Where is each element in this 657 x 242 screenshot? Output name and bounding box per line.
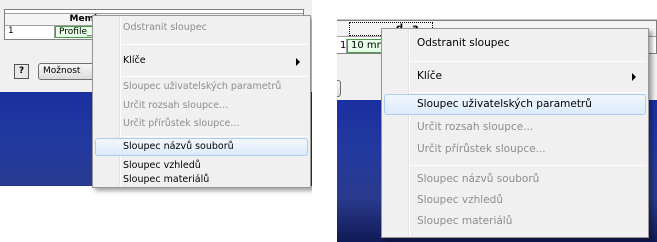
left-menu-item-label: Sloupec názvů souborů	[123, 141, 234, 152]
right-menu-item-label: Sloupec názvů souborů	[417, 173, 540, 185]
right-menu-item-label: Sloupec materiálů	[417, 215, 513, 227]
right-window-top-strip	[337, 0, 657, 20]
left-menu-item-label: Klíče	[123, 55, 146, 66]
options-button-label: Možnost	[43, 66, 81, 76]
right-menu-item-set-column-range[interactable]: Určit rozsah sloupce...	[384, 117, 646, 138]
left-menu-item-material-column[interactable]: Sloupec materiálů	[95, 173, 308, 188]
left-menu-item-label: Sloupec materiálů	[123, 174, 210, 185]
right-menu-item-material-column[interactable]: Sloupec materiálů	[384, 211, 646, 232]
left-menu-item-user-parameter-column[interactable]: Sloupec uživatelských parametrů	[95, 78, 308, 96]
left-menu-item-keys[interactable]: Klíče	[95, 52, 308, 71]
help-button[interactable]: ?	[14, 64, 29, 79]
right-menu-item-label: Sloupec vzhledů	[417, 194, 503, 206]
left-menu-item-delete-column[interactable]: Odstranit sloupec	[95, 19, 308, 38]
help-icon: ?	[18, 66, 25, 76]
right-menu-item-label: Klíče	[417, 70, 442, 82]
right-menu-item-filename-column[interactable]: Sloupec názvů souborů	[384, 169, 646, 190]
right-menu-item-label: Určit rozsah sloupce...	[417, 121, 534, 133]
right-menu-separator	[410, 165, 646, 166]
left-menu-item-label: Určit přírůstek sloupce...	[123, 118, 240, 129]
right-submenu-arrow-icon	[632, 73, 636, 81]
right-context-menu: Odstranit sloupec Klíče Sloupec uživatel…	[381, 28, 649, 238]
right-row-number: 1	[337, 39, 347, 53]
right-menu-item-label: Určit přírůstek sloupce...	[417, 143, 546, 155]
left-menu-item-set-column-range[interactable]: Určit rozsah sloupce...	[95, 97, 308, 115]
left-context-menu: Odstranit sloupec Klíče Sloupec uživatel…	[92, 15, 311, 188]
left-menu-item-filename-column[interactable]: Sloupec názvů souborů	[95, 138, 308, 156]
left-menu-item-label: Určit rozsah sloupce...	[123, 100, 229, 111]
left-menu-separator	[121, 76, 308, 77]
left-submenu-arrow-icon	[296, 58, 300, 66]
left-menu-separator	[121, 136, 308, 137]
left-menu-item-set-column-increment[interactable]: Určit přírůstek sloupce...	[95, 115, 308, 133]
right-menu-separator	[410, 61, 646, 62]
left-white-area	[0, 186, 312, 242]
right-menu-item-delete-column[interactable]: Odstranit sloupec	[384, 33, 646, 55]
right-screenshot-panel: d a 1 10 mm Odstranit sloupec Klíče Slou…	[337, 0, 657, 242]
left-menu-separator	[121, 44, 308, 45]
left-row-number: 1	[5, 26, 55, 38]
options-button[interactable]: Možnost	[38, 63, 100, 80]
right-partial-button[interactable]	[337, 80, 341, 97]
left-menu-item-label: Odstranit sloupec	[123, 22, 207, 33]
left-menu-item-label: Sloupec vzhledů	[123, 160, 201, 171]
right-menu-item-label: Odstranit sloupec	[417, 37, 510, 49]
right-menu-item-set-column-increment[interactable]: Určit přírůstek sloupce...	[384, 139, 646, 160]
right-menu-item-keys[interactable]: Klíče	[384, 66, 646, 88]
right-menu-separator	[410, 92, 646, 93]
left-screenshot-panel: Memb 1 Profile_8 ? Možnost Odstranit slo…	[0, 0, 312, 242]
left-menu-item-label: Sloupec uživatelských parametrů	[123, 81, 282, 92]
right-menu-item-label: Sloupec uživatelských parametrů	[417, 98, 592, 110]
right-menu-item-user-parameter-column[interactable]: Sloupec uživatelských parametrů	[384, 94, 646, 115]
right-menu-item-appearance-column[interactable]: Sloupec vzhledů	[384, 190, 646, 211]
